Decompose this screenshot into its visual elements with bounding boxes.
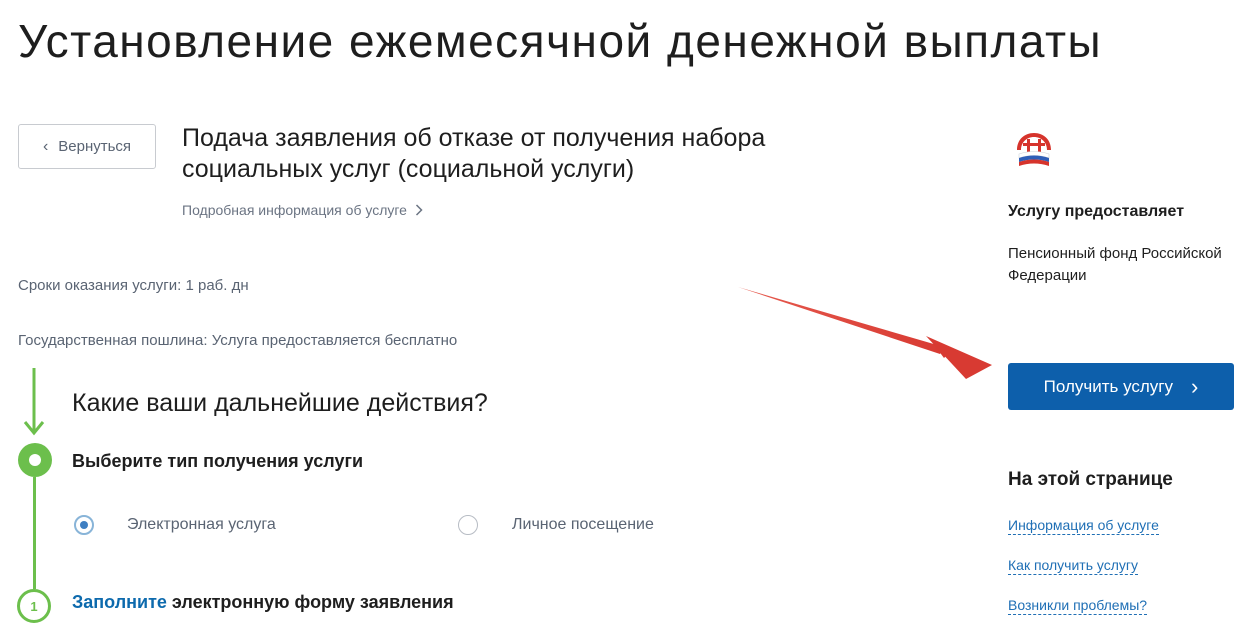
radio-personal-visit-label[interactable]: Личное посещение (512, 516, 654, 534)
fill-form-title: Заполните электронную форму заявления (72, 592, 454, 613)
timeline-line (33, 477, 36, 589)
get-service-button[interactable]: Получить услугу › (1008, 363, 1234, 410)
service-fee: Государственная пошлина: Услуга предоста… (18, 332, 458, 349)
service-terms: Сроки оказания услуги: 1 раб. дн (18, 277, 249, 294)
radio-electronic[interactable] (74, 515, 94, 535)
pfr-logo-icon (1017, 133, 1051, 166)
anchor-link-service-info[interactable]: Информация об услуге (1008, 517, 1159, 535)
annotation-arrow-icon (738, 287, 992, 379)
timeline-arrow-icon (23, 368, 45, 436)
step-number-badge: 1 (17, 589, 51, 623)
fill-form-rest: электронную форму заявления (166, 592, 454, 612)
anchor-link-how-to-get[interactable]: Как получить услугу (1008, 557, 1139, 575)
back-button[interactable]: ‹ Вернуться (18, 124, 156, 169)
chevron-left-icon: ‹ (42, 137, 49, 155)
actions-heading: Какие ваши дальнейшие действия? (72, 389, 488, 417)
radio-personal-visit[interactable] (458, 515, 478, 535)
anchor-link-problems[interactable]: Возникли проблемы? (1008, 597, 1148, 615)
page-title: Установление ежемесячной денежной выплат… (18, 15, 1103, 67)
radio-electronic-label[interactable]: Электронная услуга (127, 516, 276, 534)
more-info-link[interactable]: Подробная информация об услуге (182, 202, 423, 218)
on-this-page-heading: На этой странице (1008, 469, 1173, 490)
chevron-right-icon (415, 204, 423, 216)
choose-type-title: Выберите тип получения услуги (72, 451, 364, 471)
active-step-marker (18, 443, 52, 477)
provider-name: Пенсионный фонд Российской Федерации (1008, 245, 1222, 284)
provider-caption: Услугу предоставляет (1008, 203, 1185, 220)
service-name: Подача заявления об отказе от получения … (182, 124, 766, 183)
back-button-label: Вернуться (58, 138, 132, 155)
more-info-label: Подробная информация об услуге (182, 202, 407, 218)
get-service-label: Получить услугу (1043, 376, 1174, 396)
chevron-right-icon: › (1191, 373, 1199, 399)
fill-form-link[interactable]: Заполните (72, 592, 167, 612)
